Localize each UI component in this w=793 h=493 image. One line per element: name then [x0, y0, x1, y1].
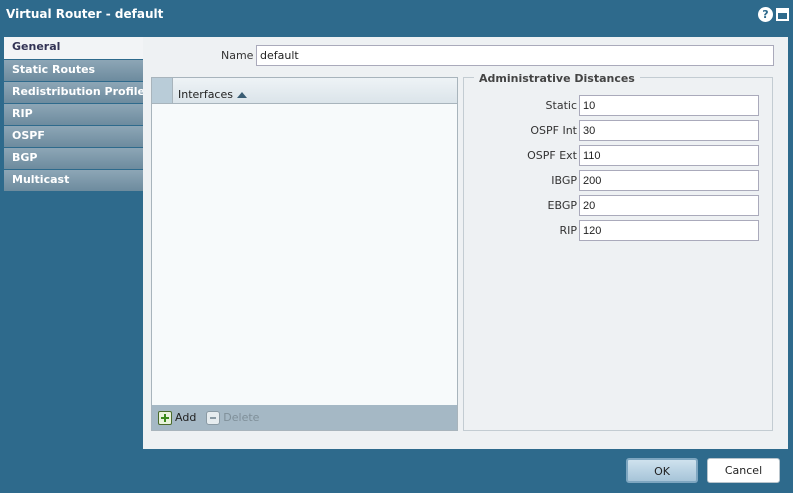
administrative-distances-group: Administrative Distances Static OSPF Int… [463, 72, 774, 431]
ebgp-distance-input[interactable] [579, 195, 759, 216]
ospf-int-distance-input[interactable] [579, 120, 759, 141]
add-button[interactable]: Add [158, 410, 197, 425]
ad-row-ebgp: EBGP [464, 195, 774, 216]
add-icon [158, 410, 172, 425]
interfaces-grid: Interfaces Add Delete [151, 77, 458, 431]
ok-button[interactable]: OK [626, 458, 698, 483]
ad-row-static: Static [464, 95, 774, 116]
grid-header: Interfaces [152, 78, 457, 104]
sort-ascending-icon [236, 91, 247, 98]
ad-label: OSPF Ext [527, 149, 577, 162]
cancel-button[interactable]: Cancel [707, 458, 780, 483]
general-panel: Name Interfaces Add Delete Administrativ… [143, 37, 788, 449]
ad-row-ospf-ext: OSPF Ext [464, 145, 774, 166]
help-icon[interactable]: ? [758, 7, 773, 22]
name-input[interactable] [256, 45, 774, 66]
ibgp-distance-input[interactable] [579, 170, 759, 191]
ad-row-ospf-int: OSPF Int [464, 120, 774, 141]
add-label: Add [175, 411, 197, 424]
delete-button[interactable]: Delete [206, 410, 260, 425]
tab-ospf[interactable]: OSPF [4, 126, 143, 147]
ad-label: Static [545, 99, 577, 112]
tab-multicast[interactable]: Multicast [4, 170, 143, 191]
ad-label: EBGP [547, 199, 577, 212]
interfaces-column-header[interactable]: Interfaces [173, 78, 247, 104]
sidebar-tabs: General Static Routes Redistribution Pro… [4, 37, 143, 192]
window-title: Virtual Router - default [6, 7, 164, 21]
ad-row-ibgp: IBGP [464, 170, 774, 191]
delete-label: Delete [223, 411, 260, 424]
ad-label: OSPF Int [530, 124, 577, 137]
interfaces-column-label: Interfaces [178, 88, 233, 101]
select-all-checkbox[interactable] [152, 78, 173, 103]
ad-label: RIP [559, 224, 577, 237]
tab-redistribution-profiles[interactable]: Redistribution Profiles [4, 82, 143, 103]
maximize-icon[interactable] [776, 8, 789, 21]
administrative-distances-legend: Administrative Distances [474, 72, 640, 85]
tab-general[interactable]: General [4, 37, 143, 59]
name-row: Name [143, 44, 788, 66]
ad-label: IBGP [551, 174, 577, 187]
delete-icon [206, 410, 221, 425]
grid-footer: Add Delete [152, 405, 457, 430]
window-titlebar: Virtual Router - default ? [0, 0, 793, 30]
rip-distance-input[interactable] [579, 220, 759, 241]
tab-static-routes[interactable]: Static Routes [4, 60, 143, 81]
ad-row-rip: RIP [464, 220, 774, 241]
tab-rip[interactable]: RIP [4, 104, 143, 125]
name-label: Name [221, 49, 254, 62]
ospf-ext-distance-input[interactable] [579, 145, 759, 166]
static-distance-input[interactable] [579, 95, 759, 116]
tab-bgp[interactable]: BGP [4, 148, 143, 169]
